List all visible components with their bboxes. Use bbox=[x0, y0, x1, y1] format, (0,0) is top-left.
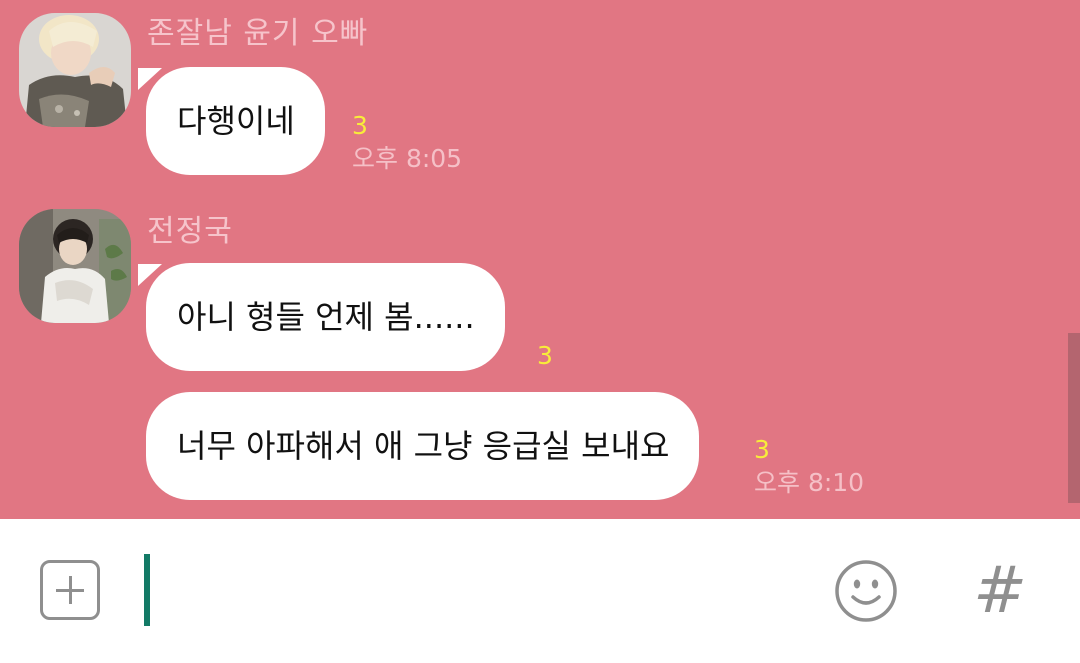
input-bar: # bbox=[0, 519, 1080, 663]
avatar-sender-2[interactable] bbox=[19, 209, 131, 323]
avatar-sender-1[interactable] bbox=[19, 13, 131, 127]
message-bubble[interactable]: 다행이네 bbox=[146, 67, 325, 175]
message-input[interactable] bbox=[140, 549, 800, 629]
emoji-icon[interactable] bbox=[834, 559, 898, 623]
message-bubble[interactable]: 아니 형들 언제 봄...... bbox=[146, 263, 505, 371]
plus-icon[interactable] bbox=[40, 560, 100, 620]
scrollbar[interactable] bbox=[1068, 333, 1080, 503]
text-cursor bbox=[144, 554, 150, 626]
unread-count: 3 bbox=[352, 111, 368, 140]
message-time: 오후 8:10 bbox=[754, 468, 865, 497]
hashtag-button[interactable]: # bbox=[968, 553, 1032, 629]
message-text: 너무 아파해서 애 그냥 응급실 보내요 bbox=[177, 427, 670, 465]
chat-area[interactable]: 존잘남 윤기 오빠 다행이네 3 오후 8:05 전정국 아니 형들 언제 봄.… bbox=[0, 0, 1080, 519]
unread-count: 3 bbox=[537, 341, 553, 370]
message-text: 아니 형들 언제 봄...... bbox=[177, 298, 475, 336]
sender-name: 전정국 bbox=[147, 214, 233, 249]
unread-count: 3 bbox=[754, 435, 770, 464]
message-bubble[interactable]: 너무 아파해서 애 그냥 응급실 보내요 bbox=[146, 392, 700, 500]
message-time: 오후 8:05 bbox=[352, 144, 463, 173]
message-text: 다행이네 bbox=[177, 102, 295, 140]
sender-name: 존잘남 윤기 오빠 bbox=[147, 16, 369, 51]
